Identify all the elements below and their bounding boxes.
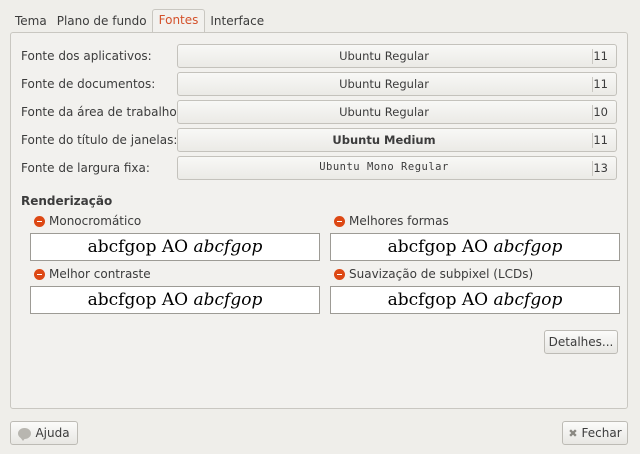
font-name: Ubuntu Regular bbox=[339, 105, 429, 119]
sample-italic-text: abcfgop bbox=[193, 237, 263, 257]
font-row-applications: Fonte dos aplicativos: Ubuntu Regular 11 bbox=[11, 44, 627, 70]
font-row-documents: Fonte de documentos: Ubuntu Regular 11 bbox=[11, 72, 627, 98]
font-size: 11 bbox=[593, 77, 608, 91]
tab-interface[interactable]: Interface bbox=[205, 11, 269, 32]
fonts-panel: Fonte dos aplicativos: Ubuntu Regular 11… bbox=[10, 32, 628, 409]
close-button[interactable]: ✖ Fechar bbox=[562, 421, 628, 445]
close-label: Fechar bbox=[581, 426, 622, 440]
font-name: Ubuntu Medium bbox=[332, 133, 436, 147]
radio-label: Monocromático bbox=[49, 214, 142, 228]
sample-italic-text: abcfgop bbox=[193, 290, 263, 310]
font-row-monospace: Fonte de largura fixa: Ubuntu Mono Regul… bbox=[11, 156, 627, 182]
radio-monochrome[interactable]: Monocromático bbox=[34, 214, 141, 228]
sample-best-shapes[interactable]: abcfgop AO abcfgop bbox=[330, 233, 620, 261]
sample-best-contrast[interactable]: abcfgop AO abcfgop bbox=[30, 286, 320, 314]
radio-icon bbox=[334, 215, 345, 227]
sample-regular-text: abcfgop AO bbox=[87, 290, 194, 310]
help-icon bbox=[18, 427, 32, 441]
sample-regular-text: abcfgop AO bbox=[387, 290, 494, 310]
tab-fontes[interactable]: Fontes bbox=[151, 9, 206, 32]
font-button-documents[interactable]: Ubuntu Regular 11 bbox=[177, 72, 617, 96]
font-label-monospace: Fonte de largura fixa: bbox=[21, 161, 150, 175]
radio-label: Suavização de subpixel (LCDs) bbox=[349, 267, 534, 281]
tab-tema[interactable]: Tema bbox=[10, 11, 52, 32]
font-name: Ubuntu Regular bbox=[339, 77, 429, 91]
tab-bar: Tema Plano de fundo Fontes Interface bbox=[10, 9, 269, 32]
sample-monochrome[interactable]: abcfgop AO abcfgop bbox=[30, 233, 320, 261]
font-button-applications[interactable]: Ubuntu Regular 11 bbox=[177, 44, 617, 68]
sample-italic-text: abcfgop bbox=[493, 237, 563, 257]
radio-best-shapes[interactable]: Melhores formas bbox=[334, 214, 449, 228]
sample-regular-text: abcfgop AO bbox=[387, 237, 494, 257]
radio-icon bbox=[34, 268, 45, 280]
radio-icon bbox=[334, 268, 345, 280]
rendering-heading: Renderização bbox=[21, 194, 113, 208]
details-button[interactable]: Detalhes... bbox=[544, 330, 618, 354]
font-size: 13 bbox=[593, 161, 608, 175]
font-size: 11 bbox=[593, 49, 608, 63]
font-size: 10 bbox=[593, 105, 608, 119]
font-size: 11 bbox=[593, 133, 608, 147]
font-label-documents: Fonte de documentos: bbox=[21, 77, 156, 91]
font-name: Ubuntu Mono Regular bbox=[319, 161, 449, 173]
font-row-window-title: Fonte do título de janelas: Ubuntu Mediu… bbox=[11, 128, 627, 154]
sample-regular-text: abcfgop AO bbox=[87, 237, 194, 257]
help-button[interactable]: Ajuda bbox=[10, 421, 78, 445]
radio-subpixel[interactable]: Suavização de subpixel (LCDs) bbox=[334, 267, 533, 281]
font-label-desktop: Fonte da área de trabalho: bbox=[21, 105, 181, 119]
radio-best-contrast[interactable]: Melhor contraste bbox=[34, 267, 151, 281]
radio-label: Melhor contraste bbox=[49, 267, 151, 281]
font-row-desktop: Fonte da área de trabalho: Ubuntu Regula… bbox=[11, 100, 627, 126]
font-name: Ubuntu Regular bbox=[339, 49, 429, 63]
sample-subpixel[interactable]: abcfgop AO abcfgop bbox=[330, 286, 620, 314]
sample-italic-text: abcfgop bbox=[493, 290, 563, 310]
radio-label: Melhores formas bbox=[349, 214, 449, 228]
font-button-window-title[interactable]: Ubuntu Medium 11 bbox=[177, 128, 617, 152]
help-label: Ajuda bbox=[35, 426, 70, 440]
font-button-desktop[interactable]: Ubuntu Regular 10 bbox=[177, 100, 617, 124]
font-button-monospace[interactable]: Ubuntu Mono Regular 13 bbox=[177, 156, 617, 180]
close-icon: ✖ bbox=[568, 426, 578, 440]
font-label-applications: Fonte dos aplicativos: bbox=[21, 49, 152, 63]
tab-plano-de-fundo[interactable]: Plano de fundo bbox=[52, 11, 152, 32]
radio-icon bbox=[34, 215, 45, 227]
font-label-window-title: Fonte do título de janelas: bbox=[21, 133, 178, 147]
